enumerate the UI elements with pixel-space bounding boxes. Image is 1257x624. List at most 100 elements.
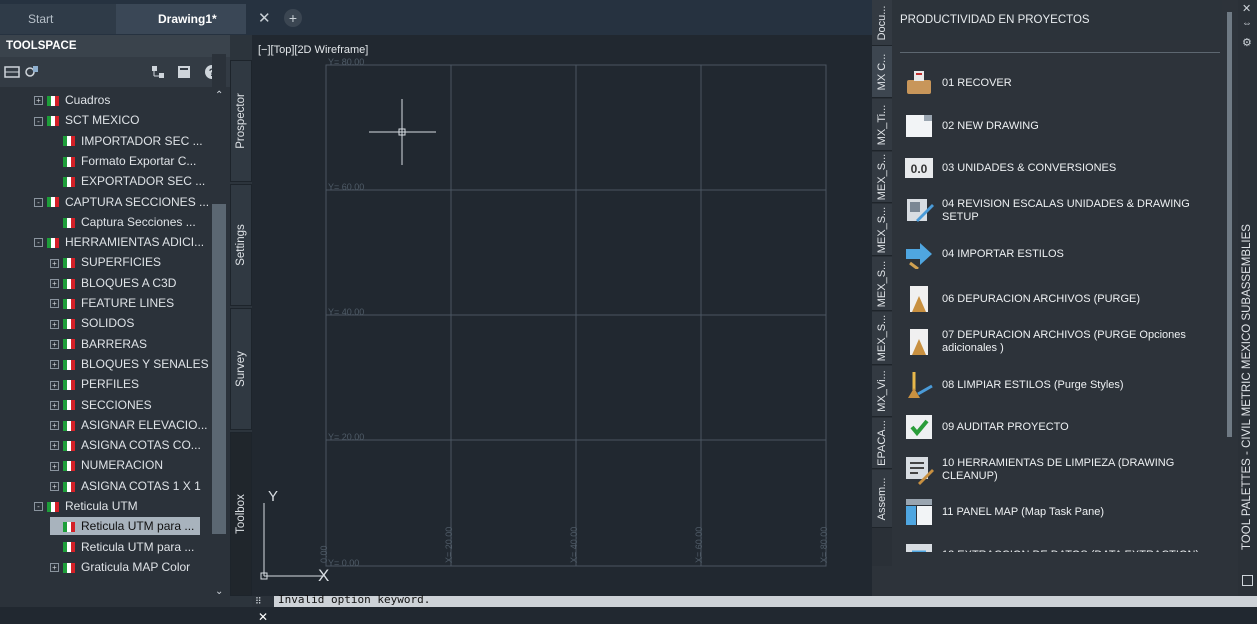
tree-item[interactable]: + SOLIDOS [50, 314, 140, 332]
tree-item[interactable]: Reticula UTM para ... [50, 538, 200, 556]
new-tab-icon[interactable]: + [284, 9, 302, 27]
tree-item[interactable]: + ASIGNA COTAS CO... [50, 436, 207, 454]
palette-close-icon[interactable]: ✕ [1242, 2, 1251, 15]
palette-tool-item[interactable]: 0.0 03 UNIDADES & CONVERSIONES [900, 149, 1210, 187]
tree-item-label: SCT MEXICO [65, 113, 140, 128]
collapse-icon[interactable]: - [34, 502, 43, 512]
mexico-flag-icon [63, 380, 75, 391]
palette-menu-icon[interactable] [1242, 575, 1253, 586]
ucs-x-label: X [318, 566, 329, 585]
command-grip-icon[interactable]: ⠿ [255, 597, 262, 606]
palette-autohide-icon[interactable]: ⇔ [1242, 18, 1252, 29]
import-styles-icon [906, 243, 932, 269]
palette-tool-item[interactable]: 11 PANEL MAP (Map Task Pane) [900, 493, 1210, 531]
toolspace-scroll-thumb[interactable] [212, 204, 226, 534]
tree-item[interactable]: + Graticula MAP Color [50, 558, 196, 576]
mexico-flag-icon [63, 136, 75, 147]
tree-item[interactable]: Formato Exportar C... [50, 152, 202, 170]
palette-tool-item[interactable]: 09 AUDITAR PROYECTO [900, 408, 1210, 446]
palette-tab[interactable]: MEX_S... [872, 312, 892, 365]
expand-icon[interactable]: + [50, 482, 59, 492]
palette-tool-item[interactable]: 04 IMPORTAR ESTILOS [900, 235, 1210, 273]
tree-item[interactable]: + Cuadros [34, 91, 116, 109]
expand-icon[interactable]: + [50, 299, 59, 309]
palette-tool-item[interactable]: 10 HERRAMIENTAS DE LIMPIEZA (DRAWING CLE… [900, 451, 1210, 489]
tree-item[interactable]: Captura Secciones ... [50, 213, 202, 231]
palette-tool-label: 02 NEW DRAWING [942, 119, 1039, 132]
expand-icon[interactable]: + [50, 258, 59, 268]
mexico-flag-icon [63, 156, 75, 167]
tree-item[interactable]: + PERFILES [50, 375, 145, 393]
tab-drawing1[interactable]: Drawing1* [116, 4, 246, 34]
tab-start[interactable]: Start [0, 4, 116, 34]
collapse-icon[interactable]: - [34, 197, 43, 207]
palette-tool-item[interactable]: 07 DEPURACION ARCHIVOS (PURGE Opciones a… [900, 323, 1210, 361]
palette-scrollbar[interactable] [1227, 12, 1232, 437]
close-tab-icon[interactable]: ✕ [258, 4, 271, 34]
tree-item[interactable]: Reticula UTM para ... [50, 517, 201, 536]
expand-icon[interactable]: + [50, 461, 59, 471]
tab-prospector[interactable]: Prospector [230, 60, 252, 182]
palette-tool-item[interactable]: 04 REVISION ESCALAS UNIDADES & DRAWING S… [900, 192, 1210, 230]
tree-item[interactable]: + NUMERACION [50, 456, 169, 474]
palette-tab[interactable]: EPACA... [872, 418, 892, 469]
tab-toolbox[interactable]: Toolbox [230, 432, 252, 596]
palette-tab[interactable]: MX_Ti... [872, 99, 892, 151]
palette-tool-item[interactable]: 06 DEPURACION ARCHIVOS (PURGE) [900, 280, 1210, 318]
tree-item[interactable]: - Reticula UTM [34, 497, 144, 515]
expand-icon[interactable]: + [50, 421, 59, 431]
tree-item[interactable]: + ASIGNAR ELEVACIO... [50, 416, 212, 434]
palette-tab[interactable]: Assem... [872, 470, 892, 528]
tree-item[interactable]: - SCT MEXICO [34, 111, 145, 129]
expand-icon[interactable]: + [50, 279, 59, 289]
drawing-grid[interactable]: Y= 80.00 Y= 60.00 Y= 40.00 Y= 20.00 Y= 0… [252, 35, 872, 595]
command-close-icon[interactable]: ✕ [258, 610, 268, 624]
mexico-flag-icon [63, 562, 75, 573]
tab-settings[interactable]: Settings [230, 184, 252, 306]
palette-tool-item[interactable]: 01 RECOVER [900, 64, 1210, 102]
palette-tab[interactable]: MX_Vi... [872, 366, 892, 417]
palette-tab[interactable]: MEX_S... [872, 152, 892, 203]
tree-item[interactable]: + BLOQUES A C3D [50, 274, 182, 292]
scroll-down-icon[interactable]: ⌄ [215, 586, 223, 597]
expand-icon[interactable]: + [50, 563, 59, 573]
palette-tab[interactable]: Docu... [872, 0, 892, 46]
tree-item[interactable]: EXPORTADOR SEC ... [50, 172, 211, 190]
tree-item-label: BARRERAS [81, 336, 148, 351]
palette-tool-item[interactable]: 08 LIMPIAR ESTILOS (Purge Styles) [900, 366, 1210, 404]
palette-properties-icon[interactable]: ⚙ [1242, 36, 1252, 49]
expand-icon[interactable]: + [50, 380, 59, 390]
palette-tab[interactable]: MX C... [872, 46, 892, 98]
tree-item[interactable]: + SECCIONES [50, 396, 158, 414]
palette-tool-item[interactable]: 12 EXTRACCION DE DATOS (DATA EXTRACTION) [900, 536, 1210, 552]
tree-item[interactable]: + FEATURE LINES [50, 294, 180, 312]
expand-icon[interactable]: + [50, 339, 59, 349]
tree-item[interactable]: + SUPERFICIES [50, 253, 167, 271]
toolspace-tree-icon[interactable] [150, 64, 166, 80]
expand-icon[interactable]: + [50, 400, 59, 410]
toolspace-settings-icon[interactable] [24, 64, 40, 80]
palette-tool-item[interactable]: 02 NEW DRAWING [900, 107, 1210, 145]
tree-item[interactable]: - HERRAMIENTAS ADICI... [34, 233, 210, 251]
collapse-icon[interactable]: - [34, 238, 43, 248]
tab-prospector-label: Prospector [235, 93, 247, 149]
expand-icon[interactable]: + [50, 319, 59, 329]
toolspace-menu-icon[interactable] [4, 64, 20, 80]
scroll-up-icon[interactable]: ⌃ [215, 90, 223, 101]
data-extraction-icon [906, 544, 932, 552]
tree-item-label: HERRAMIENTAS ADICI... [65, 235, 205, 250]
toolspace-palette-icon[interactable] [176, 64, 192, 80]
expand-icon[interactable]: + [50, 441, 59, 451]
expand-icon[interactable]: + [34, 96, 43, 106]
tab-survey[interactable]: Survey [230, 308, 252, 430]
palette-tab[interactable]: MEX_S... [872, 257, 892, 311]
tree-item[interactable]: IMPORTADOR SEC ... [50, 132, 209, 150]
tree-item[interactable]: + BARRERAS [50, 335, 153, 353]
expand-icon[interactable]: + [50, 360, 59, 370]
tree-item[interactable]: - CAPTURA SECCIONES ... [34, 193, 212, 211]
palette-tab[interactable]: MEX_S... [872, 204, 892, 256]
collapse-icon[interactable]: - [34, 116, 43, 126]
mexico-flag-icon [63, 298, 75, 309]
tree-item[interactable]: + ASIGNA COTAS 1 X 1 [50, 477, 207, 495]
tree-item[interactable]: + BLOQUES Y SENALES [50, 355, 212, 373]
